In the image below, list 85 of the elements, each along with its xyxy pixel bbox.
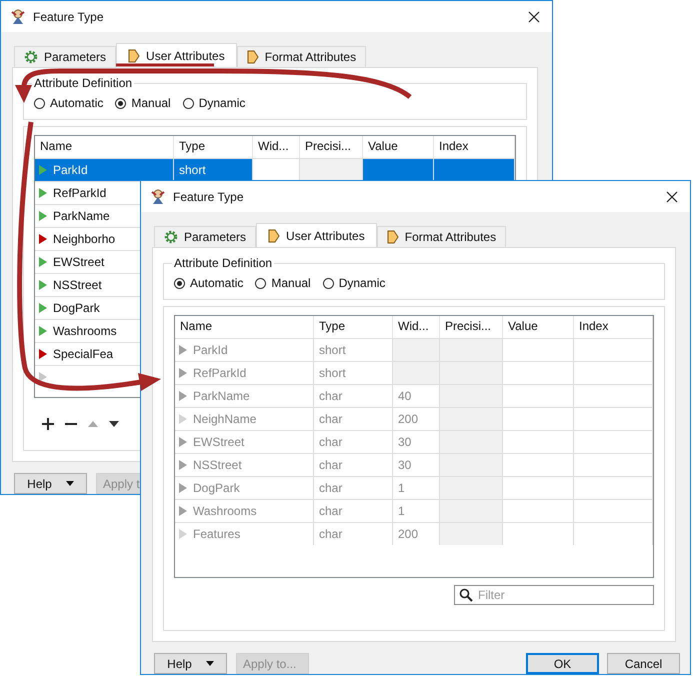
table-cell [503, 338, 574, 361]
tag-icon [268, 228, 280, 242]
window-title: Feature Type [173, 190, 244, 204]
column-header[interactable]: Wid... [253, 136, 300, 158]
table-cell [503, 476, 574, 499]
app-icon [10, 8, 26, 24]
name-text: NeighName [193, 412, 256, 426]
caret-icon [66, 481, 74, 486]
filter-field[interactable]: Filter [454, 585, 654, 605]
tab[interactable]: Parameters [14, 46, 116, 67]
tab[interactable]: Parameters [154, 226, 256, 247]
name-text: Neighborho [53, 232, 116, 246]
radio-option[interactable]: Manual [255, 276, 311, 290]
table-cell [503, 453, 574, 476]
table-cell: char [314, 430, 393, 453]
table-cell [503, 361, 574, 384]
table-cell [440, 338, 503, 361]
table-cell: char [314, 453, 393, 476]
dialog-button[interactable]: OK [526, 653, 599, 674]
table-cell [503, 384, 574, 407]
table-cell [440, 407, 503, 430]
table-cell [440, 476, 503, 499]
radio-option[interactable]: Manual [115, 96, 171, 110]
table-cell [503, 407, 574, 430]
table-cell [503, 522, 574, 545]
name-text: RefParkId [193, 366, 246, 380]
table-cell: char [314, 522, 393, 545]
add-icon[interactable] [42, 418, 54, 430]
name-text: RefParkId [53, 186, 106, 200]
table-cell [440, 522, 503, 545]
name-text: Features [193, 527, 240, 541]
name-text: NSStreet [193, 458, 242, 472]
name-text: EWStreet [193, 435, 244, 449]
radio-option[interactable]: Dynamic [322, 276, 386, 290]
name-text: EWStreet [53, 255, 104, 269]
table-cell: char [314, 476, 393, 499]
table-cell [440, 430, 503, 453]
window-title: Feature Type [33, 10, 104, 24]
radio-option[interactable]: Automatic [34, 96, 104, 110]
name-text: DogPark [193, 481, 240, 495]
table-cell [503, 499, 574, 522]
caret-icon [206, 661, 214, 666]
move-down-icon[interactable] [109, 421, 119, 427]
expand-arrow-icon[interactable] [39, 234, 47, 244]
table-cell [440, 453, 503, 476]
name-text: ParkId [193, 343, 228, 357]
group-label: Attribute Definition [33, 76, 134, 90]
expand-arrow-icon[interactable] [39, 349, 47, 359]
name-text: NSStreet [53, 278, 102, 292]
table-cell: short [174, 158, 253, 181]
table-cell: char [314, 407, 393, 430]
tag-icon [386, 230, 399, 244]
tab[interactable]: User Attributes [256, 223, 377, 247]
name-text: Washrooms [193, 504, 257, 518]
tab[interactable]: Format Attributes [236, 46, 366, 67]
name-text: ParkName [53, 209, 110, 223]
name-text: SpecialFea [53, 347, 114, 361]
table-cell [440, 384, 503, 407]
name-text: Washrooms [53, 324, 117, 338]
radio-option[interactable]: Automatic [174, 276, 244, 290]
name-text: ParkName [193, 389, 250, 403]
name-text: ParkId [53, 163, 88, 177]
table-cell [440, 499, 503, 522]
search-icon [459, 588, 473, 602]
dialog-button[interactable]: Cancel [607, 653, 680, 674]
table-cell: char [314, 499, 393, 522]
table-cell [440, 361, 503, 384]
gear-icon [24, 50, 38, 64]
dialog-button[interactable]: Help [14, 473, 87, 494]
table-cell [503, 430, 574, 453]
group-label: Attribute Definition [173, 256, 274, 270]
tag-icon [246, 50, 259, 64]
close-icon[interactable] [528, 10, 540, 22]
tag-icon [128, 48, 140, 62]
gear-icon [164, 230, 178, 244]
table-cell [363, 158, 434, 181]
table-cell: char [314, 384, 393, 407]
expand-arrow-icon[interactable] [39, 372, 47, 382]
name-text: DogPark [53, 301, 100, 315]
radio-option[interactable]: Dynamic [182, 96, 246, 110]
app-icon [150, 188, 166, 204]
tab[interactable]: User Attributes [116, 43, 237, 67]
close-icon[interactable] [666, 190, 678, 202]
dialog-button[interactable]: Help [154, 653, 227, 674]
tab[interactable]: Format Attributes [376, 226, 506, 247]
